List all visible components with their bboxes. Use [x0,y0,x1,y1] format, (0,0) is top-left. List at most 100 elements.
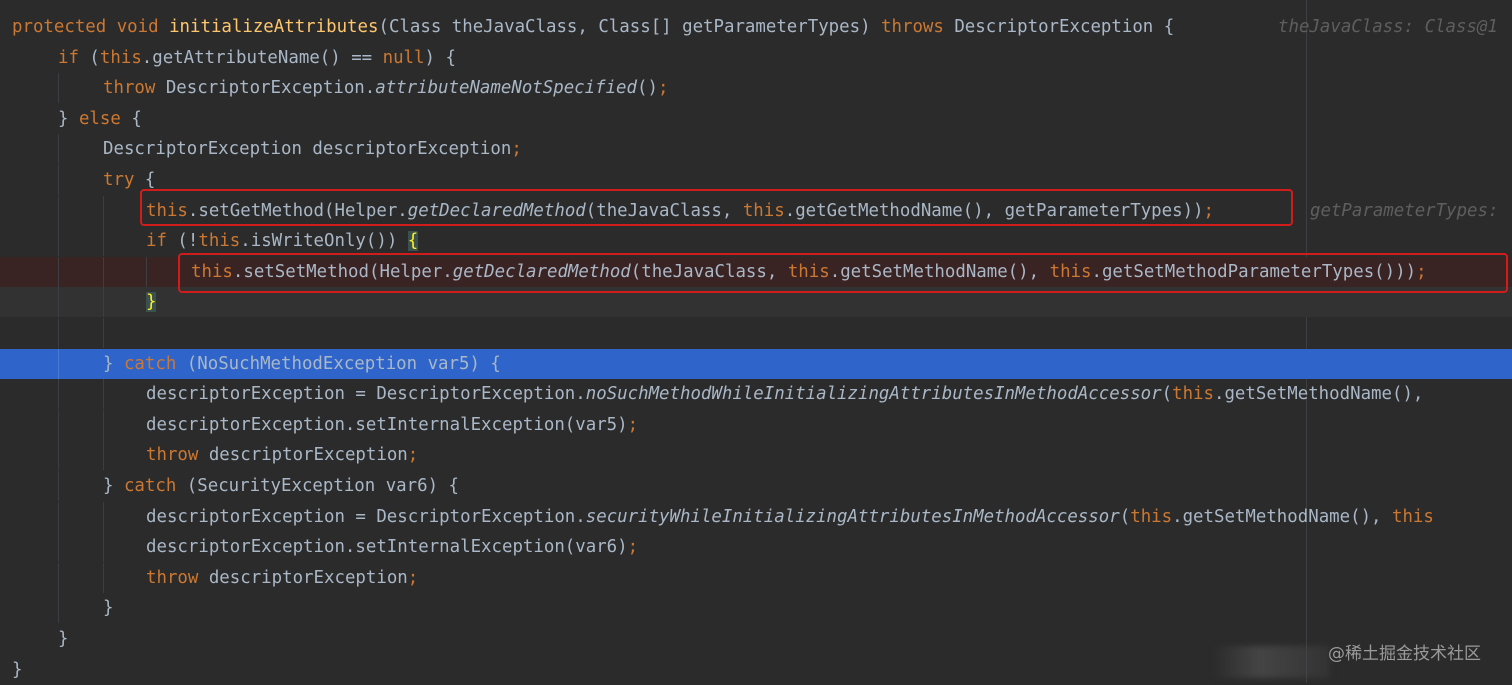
indent-guide [58,256,59,287]
code-token: { [144,170,156,190]
code-token: descriptorException = DescriptorExceptio… [146,506,586,527]
code-token: { [131,108,142,129]
annotation-box-setsetmethod [178,253,1508,293]
indent-guide [103,379,104,410]
code-token: ; [627,537,639,558]
indent-guide [58,379,59,410]
code-line-8[interactable]: if (!this.isWriteOnly()) { [0,226,1512,257]
code-token: if [146,231,178,252]
code-token: ( [89,47,100,68]
code-text: DescriptorException descriptorException; [103,134,522,164]
code-token: .getSetMethodName(), [1172,506,1392,527]
indent-guide [58,409,59,440]
code-line-3[interactable]: throw DescriptorException.attributeNameN… [0,73,1512,104]
code-token: this [99,47,142,68]
code-token: (Class theJavaClass, Class[] getParamete… [378,17,882,37]
code-token: .getSetMethodName(), [1213,384,1424,405]
code-token: throw [103,78,166,99]
code-text: } [58,624,68,654]
code-line-13[interactable]: descriptorException = DescriptorExceptio… [0,379,1512,410]
code-line-20[interactable]: } [0,593,1512,624]
code-token: this [1130,506,1173,527]
code-token: { [407,231,419,252]
inlay-hint: getParameterTypes: [1310,200,1499,221]
code-token: descriptorException.setInternalException… [146,537,628,558]
watermark-text: @稀土掘金技术社区 [1328,644,1481,664]
code-text: descriptorException = DescriptorExceptio… [146,502,1434,532]
code-line-5[interactable]: DescriptorException descriptorException; [0,134,1512,165]
indent-guide [103,195,104,226]
indent-guide [103,226,104,257]
code-token: } [12,659,23,680]
indent-guide [103,440,104,471]
indent-guide [58,195,59,226]
indent-guides [0,593,200,624]
code-line-16[interactable]: } catch (SecurityException var6) { [0,471,1512,501]
code-token: ; [657,78,669,99]
code-token: .getAttributeName() == [141,47,383,68]
code-token: } [146,292,157,313]
code-line-11[interactable] [0,318,1512,348]
watermark-blur [1212,646,1330,678]
indent-guide [58,226,59,257]
code-token: ; [407,567,419,588]
indent-guide [58,532,59,563]
indent-guide [103,409,104,440]
indent-guide [103,532,104,563]
code-token: ; [627,414,639,435]
indent-guide [58,440,59,471]
code-token: DescriptorException { [954,17,1175,37]
code-line-17[interactable]: descriptorException = DescriptorExceptio… [0,501,1512,532]
code-token: throw [146,567,209,588]
code-line-15[interactable]: throw descriptorException; [0,440,1512,471]
code-line-2[interactable]: if (this.getAttributeName() == null) { [0,43,1512,73]
indent-guide [58,287,59,318]
code-text: descriptorException = DescriptorExceptio… [146,379,1423,409]
indent-guide [58,562,59,593]
code-token: noSuchMethodWhileInitializingAttributesI… [585,384,1162,405]
code-text: } else { [58,104,142,134]
code-token: catch [123,353,187,374]
indent-guide [58,318,59,348]
code-line-4[interactable]: } else { [0,104,1512,134]
code-token: } [58,108,79,129]
code-token: } [58,629,69,649]
code-token: ( [1161,384,1173,405]
code-token: else [78,108,132,129]
code-line-1[interactable]: protected void initializeAttributes(Clas… [0,12,1512,42]
code-token: descriptorException [208,445,408,466]
code-token: try [103,170,145,190]
code-text: throw descriptorException; [146,440,418,470]
indent-guide [103,287,104,318]
code-token: DescriptorException. [165,78,376,99]
code-line-18[interactable]: descriptorException.setInternalException… [0,532,1512,563]
indent-guides [0,655,200,685]
code-text: } [12,655,22,685]
inlay-hint: theJavaClass: Class@1 [1278,17,1498,37]
code-line-14[interactable]: descriptorException.setInternalException… [0,409,1512,440]
code-line-19[interactable]: throw descriptorException; [0,562,1512,593]
code-token: (NoSuchMethodException var5) { [186,353,501,374]
indent-guides [0,624,200,654]
code-text: throw descriptorException; [146,563,418,593]
indent-guides [0,256,200,287]
indent-guide [58,593,59,624]
code-token: if [58,47,90,68]
indent-guides [0,287,200,318]
code-token: } [103,353,124,374]
code-token: this [1172,384,1214,405]
code-token: initializeAttributes [169,17,379,37]
code-editor[interactable]: protected void initializeAttributes(Clas… [0,0,1512,683]
code-token: ; [407,445,419,466]
code-text: descriptorException.setInternalException… [146,410,638,440]
code-token: .isWriteOnly()) [240,231,408,252]
code-line-12[interactable]: } catch (NoSuchMethodException var5) { [0,348,1512,379]
code-token: ) { [424,47,456,68]
code-token: throw [146,445,209,466]
indent-guide [58,134,59,165]
indent-guide [103,256,104,287]
indent-guide [103,501,104,532]
code-text: if (!this.isWriteOnly()) { [146,226,419,256]
code-text: throw DescriptorException.attributeNameN… [103,73,668,103]
indent-guide [58,348,59,379]
